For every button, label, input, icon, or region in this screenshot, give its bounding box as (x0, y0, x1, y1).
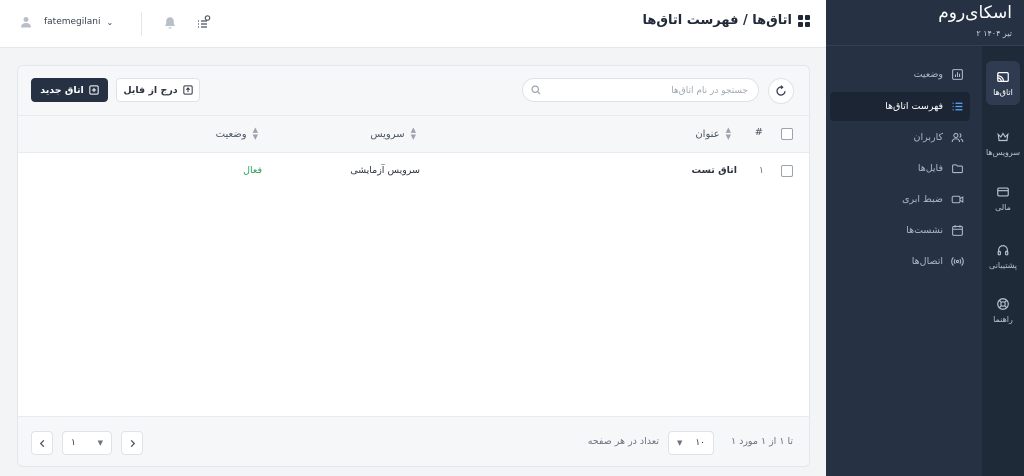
column-label: عنوان (695, 128, 720, 140)
page-title: اتاق‌ها / فهرست اتاق‌ها (642, 13, 810, 28)
sidebar-item-room-list[interactable]: فهرست اتاق‌ها (830, 92, 970, 121)
page-title-text: اتاق‌ها / فهرست اتاق‌ها (642, 13, 792, 28)
select-all-checkbox[interactable] (781, 128, 793, 140)
sidebar-item-label: فهرست اتاق‌ها (885, 101, 943, 112)
sidebar-item-label: نشست‌ها (906, 225, 943, 236)
rail-item-support[interactable]: پشتیبانی (986, 234, 1020, 278)
rail-item-services[interactable]: سرویس‌ها (986, 121, 1020, 165)
username: fatemegilani (44, 17, 101, 27)
rail-item-help[interactable]: راهنما (986, 288, 1020, 332)
per-page-label: تعداد در هر صفحه (587, 436, 659, 447)
rail-item-label: سرویس‌ها (985, 147, 1021, 157)
chevron-down-icon: ⌄ (106, 17, 114, 27)
rooms-card: اتاق جدید درج از فایل # ▲▼ عنوان ▲▼ سروی… (17, 65, 810, 467)
list-icon (952, 102, 963, 111)
brand: اسکای‌روم ۲ تیر ۱۴۰۴ (826, 0, 1024, 46)
divider (141, 12, 142, 36)
search-icon (531, 85, 541, 95)
new-room-label: اتاق جدید (40, 84, 84, 96)
sidebar-item-label: کاربران (913, 132, 943, 143)
search-box (522, 78, 759, 102)
sidebar-item-users[interactable]: کاربران (830, 123, 970, 152)
sidebar-item-status[interactable]: وضعیت (830, 60, 970, 89)
table-row[interactable]: ۱ اتاق تست سرویس آزمایشی فعال (18, 153, 809, 190)
rail-item-rooms[interactable]: اتاق‌ها (986, 61, 1020, 105)
column-label: وضعیت (215, 128, 247, 140)
brand-date: ۲ تیر ۱۴۰۴ (976, 29, 1012, 38)
users-icon (951, 132, 964, 143)
table-header: # ▲ ▼ عنوان ▲ ▼ سرویس ▲ ▼ وضعیت (18, 116, 809, 153)
column-service[interactable]: ▲ ▼ سرویس (370, 127, 416, 141)
page-select[interactable]: ۱ ▼ (62, 431, 112, 455)
rail-item-label: راهنما (993, 314, 1013, 324)
user-avatar-icon (21, 17, 31, 28)
per-page-select[interactable]: ▼ ۱۰ (668, 431, 714, 455)
sort-icon: ▲ ▼ (725, 126, 731, 141)
video-icon (951, 195, 964, 204)
search-input[interactable] (548, 82, 748, 99)
top-bar: اتاق‌ها / فهرست اتاق‌ها fatemegilani ⌄ (0, 0, 826, 48)
folder-icon (952, 164, 963, 174)
row-service: سرویس آزمایشی (350, 165, 420, 176)
rail-item-label: پشتیبانی (989, 260, 1017, 270)
sidebar-item-label: ضبط ابری (902, 194, 943, 205)
bell-icon[interactable] (162, 15, 178, 31)
sidebar-item-files[interactable]: فایل‌ها (830, 154, 970, 183)
column-label: سرویس (370, 128, 405, 140)
sidebar-item-label: وضعیت (913, 69, 943, 80)
refresh-button[interactable] (768, 78, 794, 104)
user-menu[interactable]: fatemegilani ⌄ (20, 16, 113, 28)
sidebar-item-label: فایل‌ها (917, 163, 943, 174)
upload-icon (183, 85, 193, 95)
import-file-label: درج از فایل (123, 84, 178, 96)
broadcast-icon (951, 257, 964, 266)
sidebar-item-cloud-recording[interactable]: ضبط ابری (830, 185, 970, 214)
chevron-left-icon (39, 439, 44, 447)
column-index[interactable]: # (755, 127, 763, 138)
status-badge: فعال (243, 165, 262, 176)
task-list-icon[interactable] (195, 15, 211, 31)
sidebar-item-label: اتصال‌ها (911, 256, 943, 267)
per-page-value: ۱۰ (695, 438, 705, 448)
column-title[interactable]: ▲ ▼ عنوان (695, 127, 731, 141)
caret-down-icon: ▼ (677, 439, 683, 447)
next-page-button[interactable] (121, 431, 143, 455)
grid-icon (798, 14, 810, 27)
icon-rail: اتاق‌ها سرویس‌ها مالی پشتیبانی راهنما (982, 0, 1024, 476)
chart-icon (952, 69, 963, 80)
rail-item-label: مالی (995, 202, 1011, 212)
chevron-right-icon (130, 439, 135, 447)
import-file-button[interactable]: درج از فایل (116, 78, 200, 102)
cast-icon (997, 71, 1009, 82)
row-title: اتاق تست (691, 165, 737, 176)
crown-icon (997, 131, 1009, 141)
rail-item-label: اتاق‌ها (993, 87, 1013, 97)
lifebuoy-icon (997, 297, 1009, 310)
caret-down-icon: ▼ (97, 439, 103, 447)
new-room-button[interactable]: اتاق جدید (31, 78, 108, 102)
sort-icon: ▲ ▼ (252, 126, 258, 141)
page-value: ۱ (71, 438, 76, 448)
credit-card-icon (997, 186, 1009, 197)
brand-logo-text: اسکای‌روم (938, 3, 1012, 23)
column-label: # (754, 127, 763, 138)
sidebar-item-sessions[interactable]: نشست‌ها (830, 216, 970, 245)
headphones-icon (997, 244, 1009, 255)
table-footer: ۱ تا ۱ از ۱ مورد ▼ ۱۰ تعداد در هر صفحه ۱… (18, 416, 809, 466)
refresh-icon (776, 85, 786, 96)
row-checkbox[interactable] (781, 165, 793, 177)
rail-item-finance[interactable]: مالی (986, 176, 1020, 220)
plus-square-icon (89, 85, 99, 95)
sidebar-panel: وضعیت فهرست اتاق‌ها کاربران فایل‌ها ضبط … (826, 0, 982, 476)
sort-icon: ▲ ▼ (410, 126, 416, 141)
pagination-summary: ۱ تا ۱ از ۱ مورد (730, 436, 793, 447)
sidebar-item-connections[interactable]: اتصال‌ها (830, 247, 970, 276)
calendar-icon (952, 225, 963, 236)
table-toolbar: اتاق جدید درج از فایل (18, 66, 809, 116)
prev-page-button[interactable] (31, 431, 53, 455)
column-status[interactable]: ▲ ▼ وضعیت (216, 127, 258, 141)
row-index: ۱ (758, 165, 764, 176)
